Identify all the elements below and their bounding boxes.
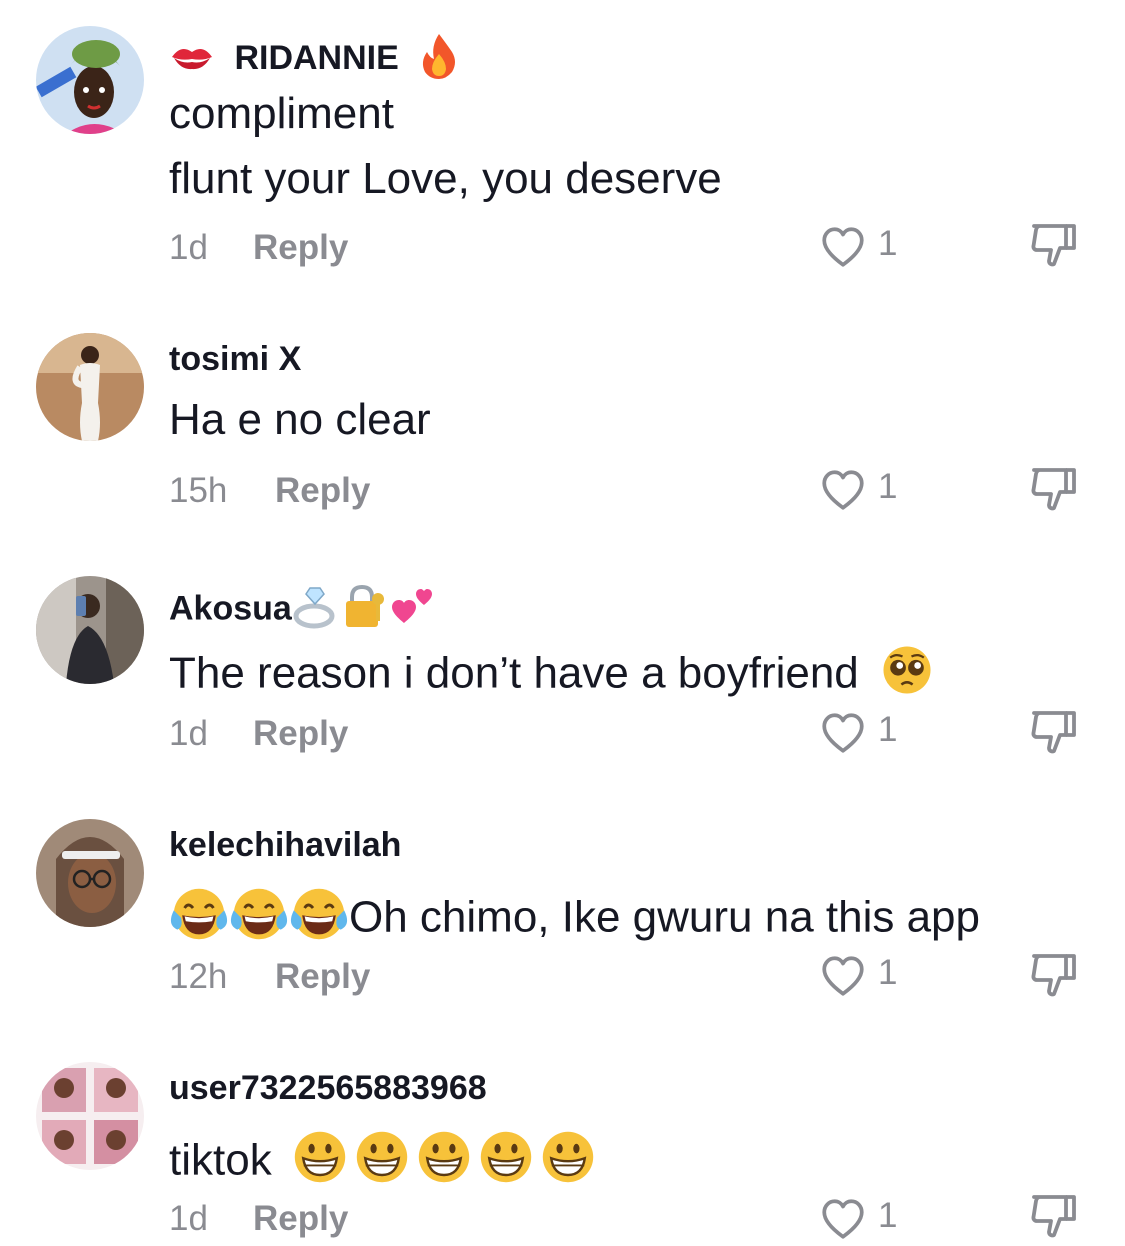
reply-button[interactable]: Reply <box>253 228 348 268</box>
kiss-mark-icon <box>169 41 215 81</box>
tears-of-joy-icon <box>229 884 289 956</box>
avatar[interactable] <box>36 333 144 441</box>
avatar[interactable] <box>36 1062 144 1170</box>
dislike-button[interactable] <box>1028 464 1078 514</box>
comment-text: tiktok <box>169 1127 598 1199</box>
avatar[interactable] <box>36 819 144 927</box>
thumbs-down-icon <box>1028 1191 1078 1241</box>
comment-time: 15h <box>169 471 228 510</box>
comment-meta: 1d Reply <box>169 714 348 754</box>
dislike-button[interactable] <box>1028 950 1078 1000</box>
comment-text: The reason i don’t have a boyfriend <box>169 642 935 710</box>
ring-icon <box>292 582 338 639</box>
two-hearts-icon <box>390 583 436 638</box>
username-text: RIDANNIE <box>234 39 399 78</box>
reply-button[interactable]: Reply <box>253 1199 348 1239</box>
comment-time: 1d <box>169 1199 208 1238</box>
username-text: Akosua <box>169 589 292 628</box>
pleading-face-icon <box>879 642 935 710</box>
thumbs-down-icon <box>1028 707 1078 757</box>
username[interactable]: kelechihavilah <box>169 825 401 865</box>
grinning-face-icon <box>414 1127 474 1199</box>
thumbs-down-icon <box>1028 950 1078 1000</box>
grinning-face-icon <box>352 1127 412 1199</box>
heart-icon <box>818 1194 868 1244</box>
heart-icon <box>818 222 868 272</box>
username[interactable]: RIDANNIE <box>169 32 460 89</box>
dislike-button[interactable] <box>1028 1191 1078 1241</box>
heart-icon <box>818 951 868 1001</box>
comment-meta: 1d Reply <box>169 1199 348 1239</box>
like-count: 1 <box>878 1196 898 1235</box>
avatar[interactable] <box>36 576 144 684</box>
like-count: 1 <box>878 953 898 992</box>
username[interactable]: user7322565883968 <box>169 1068 487 1108</box>
tears-of-joy-icon <box>289 884 349 956</box>
dislike-button[interactable] <box>1028 707 1078 757</box>
comment-text-content: The reason i don’t have a boyfriend <box>169 648 859 698</box>
comment-text-line2: flunt your Love, you deserve <box>169 154 722 203</box>
like-count: 1 <box>878 224 898 263</box>
username[interactable]: tosimi X <box>169 339 301 379</box>
heart-icon <box>818 708 868 758</box>
grinning-face-icon <box>476 1127 536 1199</box>
like-count: 1 <box>878 710 898 749</box>
thumbs-down-icon <box>1028 220 1078 270</box>
fire-icon <box>418 32 460 89</box>
reply-button[interactable]: Reply <box>275 957 370 997</box>
comment-meta: 15h Reply <box>169 471 370 511</box>
comment-text-content: Oh chimo, Ike gwuru na this app <box>349 892 980 942</box>
avatar[interactable] <box>36 26 144 134</box>
comment-time: 1d <box>169 714 208 753</box>
thumbs-down-icon <box>1028 464 1078 514</box>
reply-button[interactable]: Reply <box>275 471 370 511</box>
dislike-button[interactable] <box>1028 220 1078 270</box>
grinning-face-icon <box>290 1127 350 1199</box>
comment-meta: 1d Reply <box>169 228 348 268</box>
comment-time: 1d <box>169 228 208 267</box>
comment-text: compliment <box>169 89 394 138</box>
username[interactable]: Akosua <box>169 582 436 639</box>
comment-time: 12h <box>169 957 228 996</box>
comment-text-content: tiktok <box>169 1135 272 1185</box>
tears-of-joy-icon <box>169 884 229 956</box>
like-count: 1 <box>878 467 898 506</box>
comment-text: Ha e no clear <box>169 395 431 444</box>
comment-text: Oh chimo, Ike gwuru na this app <box>169 884 980 956</box>
grinning-face-icon <box>538 1127 598 1199</box>
reply-button[interactable]: Reply <box>253 714 348 754</box>
heart-icon <box>818 465 868 515</box>
comment-meta: 12h Reply <box>169 957 370 997</box>
locked-with-key-icon <box>342 583 388 638</box>
